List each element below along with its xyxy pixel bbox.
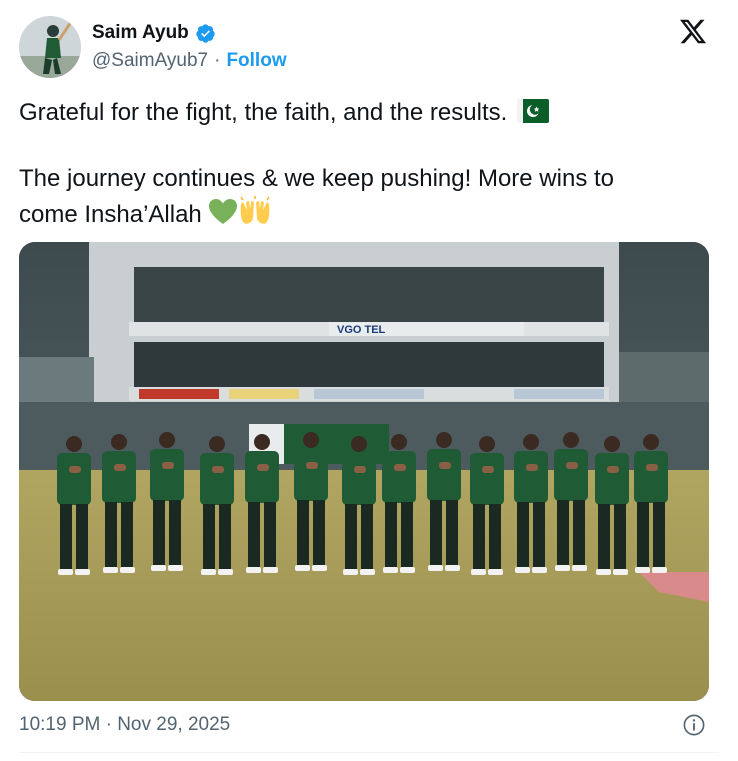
- author-handle-row: @SaimAyub7 · Follow: [92, 50, 287, 72]
- green-heart-icon: [208, 198, 238, 236]
- stadium-board-text: VGO TEL: [337, 324, 386, 336]
- post-text-1: Grateful for the fight, the faith, and t…: [19, 99, 508, 126]
- follow-button[interactable]: Follow: [226, 50, 286, 72]
- x-logo-icon[interactable]: [678, 17, 708, 46]
- post-text-line-1: Grateful for the fight, the faith, and t…: [19, 96, 550, 130]
- raising-hands-icon: [238, 196, 272, 236]
- post-text-line-2: The journey continues & we keep pushing!…: [19, 165, 614, 192]
- author-display-name[interactable]: Saim Ayub: [92, 22, 189, 44]
- separator-dot: ·: [214, 50, 221, 71]
- post-text-line-3: come Insha’Allah: [19, 196, 272, 236]
- divider: [19, 752, 719, 753]
- info-icon[interactable]: [683, 714, 705, 736]
- author-handle[interactable]: @SaimAyub7: [92, 50, 208, 72]
- avatar[interactable]: [19, 16, 81, 78]
- post-timestamp[interactable]: 10:19 PM · Nov 29, 2025: [19, 714, 230, 736]
- author-name-row: Saim Ayub: [92, 20, 216, 46]
- post-media-image[interactable]: VGO TEL: [19, 242, 709, 701]
- post-text-3: come Insha’Allah: [19, 201, 202, 228]
- pakistan-flag-icon: [517, 99, 550, 123]
- verified-badge-icon: [195, 23, 216, 44]
